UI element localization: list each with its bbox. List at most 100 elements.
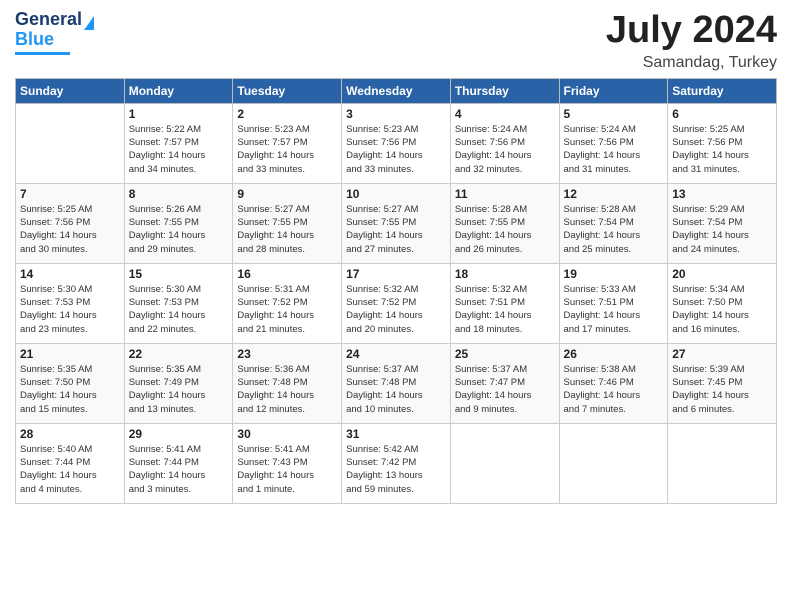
calendar-cell: 16Sunrise: 5:31 AM Sunset: 7:52 PM Dayli… — [233, 263, 342, 343]
day-number: 5 — [564, 107, 664, 121]
logo: General Blue — [15, 10, 94, 55]
logo-underline — [15, 52, 70, 55]
day-info: Sunrise: 5:26 AM Sunset: 7:55 PM Dayligh… — [129, 203, 229, 256]
day-number: 15 — [129, 267, 229, 281]
calendar-cell: 9 Sunrise: 5:27 AM Sunset: 7:55 PM Daylig… — [233, 183, 342, 263]
day-number: 19 — [564, 267, 664, 281]
day-number: 30 — [237, 427, 337, 441]
calendar-cell: 6Sunrise: 5:25 AM Sunset: 7:56 PM Daylig… — [668, 103, 777, 183]
day-info: Sunrise: 5:28 AM Sunset: 7:54 PM Dayligh… — [564, 203, 664, 256]
month-title: July 2024 — [606, 10, 777, 52]
day-number: 26 — [564, 347, 664, 361]
calendar-cell: 8 Sunrise: 5:26 AM Sunset: 7:55 PM Daylig… — [124, 183, 233, 263]
title-block: July 2024 Samandag, Turkey — [606, 10, 777, 72]
calendar-cell: 2Sunrise: 5:23 AM Sunset: 7:57 PM Daylig… — [233, 103, 342, 183]
day-info: Sunrise: 5:30 AM Sunset: 7:53 PM Dayligh… — [20, 283, 120, 336]
day-info: Sunrise: 5:35 AM Sunset: 7:50 PM Dayligh… — [20, 363, 120, 416]
calendar-cell: 12 Sunrise: 5:28 AM Sunset: 7:54 PM Dayli… — [559, 183, 668, 263]
day-info: Sunrise: 5:24 AM Sunset: 7:56 PM Dayligh… — [455, 123, 555, 176]
calendar-cell: 21 Sunrise: 5:35 AM Sunset: 7:50 PM Dayli… — [16, 343, 125, 423]
calendar-cell: 26Sunrise: 5:38 AM Sunset: 7:46 PM Dayli… — [559, 343, 668, 423]
day-info: Sunrise: 5:27 AM Sunset: 7:55 PM Dayligh… — [237, 203, 337, 256]
calendar-cell: 28Sunrise: 5:40 AM Sunset: 7:44 PM Dayli… — [16, 423, 125, 503]
calendar-week-3: 14 Sunrise: 5:30 AM Sunset: 7:53 PM Dayli… — [16, 263, 777, 343]
day-info: Sunrise: 5:25 AM Sunset: 7:56 PM Dayligh… — [20, 203, 120, 256]
day-info: Sunrise: 5:41 AM Sunset: 7:44 PM Dayligh… — [129, 443, 229, 496]
calendar-cell: 13 Sunrise: 5:29 AM Sunset: 7:54 PM Dayli… — [668, 183, 777, 263]
weekday-header-thursday: Thursday — [450, 78, 559, 103]
day-info: Sunrise: 5:36 AM Sunset: 7:48 PM Dayligh… — [237, 363, 337, 416]
day-number: 29 — [129, 427, 229, 441]
day-info: Sunrise: 5:37 AM Sunset: 7:48 PM Dayligh… — [346, 363, 446, 416]
day-number: 18 — [455, 267, 555, 281]
logo-text: General — [15, 10, 82, 30]
day-number: 4 — [455, 107, 555, 121]
day-info: Sunrise: 5:42 AM Sunset: 7:42 PM Dayligh… — [346, 443, 446, 496]
day-info: Sunrise: 5:24 AM Sunset: 7:56 PM Dayligh… — [564, 123, 664, 176]
day-info: Sunrise: 5:25 AM Sunset: 7:56 PM Dayligh… — [672, 123, 772, 176]
calendar-week-1: 1 Sunrise: 5:22 AM Sunset: 7:57 PM Daylig… — [16, 103, 777, 183]
weekday-header-wednesday: Wednesday — [342, 78, 451, 103]
day-info: Sunrise: 5:23 AM Sunset: 7:57 PM Dayligh… — [237, 123, 337, 176]
calendar-cell: 20Sunrise: 5:34 AM Sunset: 7:50 PM Dayli… — [668, 263, 777, 343]
day-number: 22 — [129, 347, 229, 361]
day-info: Sunrise: 5:22 AM Sunset: 7:57 PM Dayligh… — [129, 123, 229, 176]
day-info: Sunrise: 5:23 AM Sunset: 7:56 PM Dayligh… — [346, 123, 446, 176]
day-info: Sunrise: 5:32 AM Sunset: 7:52 PM Dayligh… — [346, 283, 446, 336]
calendar-cell: 24 Sunrise: 5:37 AM Sunset: 7:48 PM Dayli… — [342, 343, 451, 423]
weekday-header-tuesday: Tuesday — [233, 78, 342, 103]
calendar-cell: 14 Sunrise: 5:30 AM Sunset: 7:53 PM Dayli… — [16, 263, 125, 343]
calendar-cell: 4 Sunrise: 5:24 AM Sunset: 7:56 PM Daylig… — [450, 103, 559, 183]
day-info: Sunrise: 5:30 AM Sunset: 7:53 PM Dayligh… — [129, 283, 229, 336]
day-number: 31 — [346, 427, 446, 441]
calendar-cell: 18 Sunrise: 5:32 AM Sunset: 7:51 PM Dayli… — [450, 263, 559, 343]
day-info: Sunrise: 5:35 AM Sunset: 7:49 PM Dayligh… — [129, 363, 229, 416]
calendar-cell: 1 Sunrise: 5:22 AM Sunset: 7:57 PM Daylig… — [124, 103, 233, 183]
calendar-cell: 5 Sunrise: 5:24 AM Sunset: 7:56 PM Daylig… — [559, 103, 668, 183]
calendar-table: SundayMondayTuesdayWednesdayThursdayFrid… — [15, 78, 777, 504]
day-number: 12 — [564, 187, 664, 201]
location-title: Samandag, Turkey — [606, 54, 777, 72]
day-info: Sunrise: 5:41 AM Sunset: 7:43 PM Dayligh… — [237, 443, 337, 496]
calendar-cell: 29 Sunrise: 5:41 AM Sunset: 7:44 PM Dayli… — [124, 423, 233, 503]
calendar-cell: 27 Sunrise: 5:39 AM Sunset: 7:45 PM Dayli… — [668, 343, 777, 423]
day-number: 24 — [346, 347, 446, 361]
day-number: 8 — [129, 187, 229, 201]
day-number: 9 — [237, 187, 337, 201]
day-info: Sunrise: 5:40 AM Sunset: 7:44 PM Dayligh… — [20, 443, 120, 496]
weekday-header-friday: Friday — [559, 78, 668, 103]
day-info: Sunrise: 5:33 AM Sunset: 7:51 PM Dayligh… — [564, 283, 664, 336]
day-number: 13 — [672, 187, 772, 201]
logo-triangle-icon — [84, 16, 94, 30]
day-number: 20 — [672, 267, 772, 281]
day-number: 25 — [455, 347, 555, 361]
day-info: Sunrise: 5:27 AM Sunset: 7:55 PM Dayligh… — [346, 203, 446, 256]
day-info: Sunrise: 5:29 AM Sunset: 7:54 PM Dayligh… — [672, 203, 772, 256]
calendar-cell: 22 Sunrise: 5:35 AM Sunset: 7:49 PM Dayli… — [124, 343, 233, 423]
day-number: 14 — [20, 267, 120, 281]
calendar-cell — [668, 423, 777, 503]
calendar-cell: 11Sunrise: 5:28 AM Sunset: 7:55 PM Dayli… — [450, 183, 559, 263]
calendar-week-4: 21 Sunrise: 5:35 AM Sunset: 7:50 PM Dayli… — [16, 343, 777, 423]
calendar-cell — [450, 423, 559, 503]
day-number: 21 — [20, 347, 120, 361]
calendar-cell: 25Sunrise: 5:37 AM Sunset: 7:47 PM Dayli… — [450, 343, 559, 423]
calendar-cell: 3Sunrise: 5:23 AM Sunset: 7:56 PM Daylig… — [342, 103, 451, 183]
weekday-header-sunday: Sunday — [16, 78, 125, 103]
day-number: 17 — [346, 267, 446, 281]
day-number: 1 — [129, 107, 229, 121]
day-number: 23 — [237, 347, 337, 361]
weekday-header-monday: Monday — [124, 78, 233, 103]
day-info: Sunrise: 5:32 AM Sunset: 7:51 PM Dayligh… — [455, 283, 555, 336]
day-number: 16 — [237, 267, 337, 281]
calendar-cell: 30 Sunrise: 5:41 AM Sunset: 7:43 PM Dayli… — [233, 423, 342, 503]
calendar-cell: 15 Sunrise: 5:30 AM Sunset: 7:53 PM Dayli… — [124, 263, 233, 343]
day-number: 10 — [346, 187, 446, 201]
calendar-cell: 31 Sunrise: 5:42 AM Sunset: 7:42 PM Dayli… — [342, 423, 451, 503]
day-info: Sunrise: 5:39 AM Sunset: 7:45 PM Dayligh… — [672, 363, 772, 416]
calendar-week-5: 28Sunrise: 5:40 AM Sunset: 7:44 PM Dayli… — [16, 423, 777, 503]
calendar-cell: 23 Sunrise: 5:36 AM Sunset: 7:48 PM Dayli… — [233, 343, 342, 423]
calendar-cell: 10 Sunrise: 5:27 AM Sunset: 7:55 PM Dayli… — [342, 183, 451, 263]
day-number: 11 — [455, 187, 555, 201]
day-number: 27 — [672, 347, 772, 361]
